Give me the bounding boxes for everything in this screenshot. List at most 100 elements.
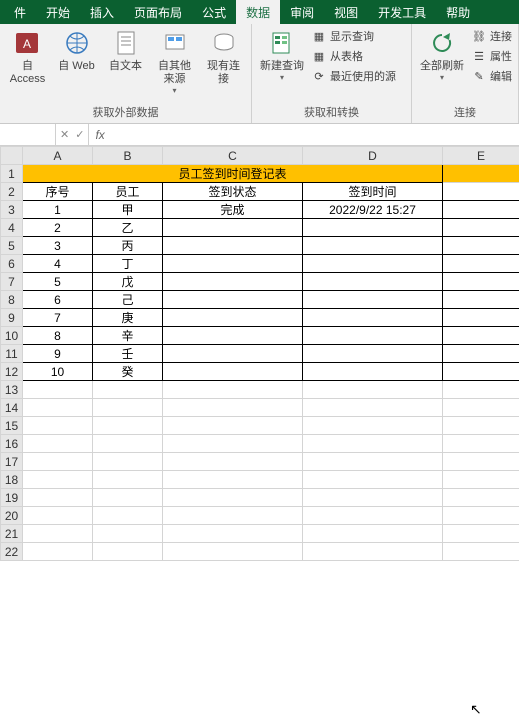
header-status[interactable]: 签到状态 bbox=[163, 183, 303, 201]
cancel-icon[interactable]: ✕ bbox=[60, 128, 69, 141]
cell-seq[interactable]: 8 bbox=[23, 327, 93, 345]
worksheet[interactable]: A B C D E 1 员工签到时间登记表 2 序号 员工 签到状态 签到时间 … bbox=[0, 146, 519, 561]
cell-status[interactable] bbox=[163, 273, 303, 291]
tab-view[interactable]: 视图 bbox=[324, 0, 368, 24]
cell-seq[interactable]: 1 bbox=[23, 201, 93, 219]
cell[interactable] bbox=[443, 525, 519, 543]
row-header[interactable]: 22 bbox=[1, 543, 23, 561]
col-header-E[interactable]: E bbox=[443, 147, 519, 165]
cell[interactable] bbox=[23, 435, 93, 453]
tab-home[interactable]: 开始 bbox=[36, 0, 80, 24]
tab-review[interactable]: 审阅 bbox=[280, 0, 324, 24]
row-header[interactable]: 2 bbox=[1, 183, 23, 201]
cell[interactable] bbox=[93, 471, 163, 489]
row-header[interactable]: 5 bbox=[1, 237, 23, 255]
cell-time[interactable] bbox=[303, 309, 443, 327]
cell[interactable] bbox=[443, 507, 519, 525]
row-header[interactable]: 6 bbox=[1, 255, 23, 273]
enter-icon[interactable]: ✓ bbox=[75, 128, 84, 141]
cell[interactable] bbox=[23, 507, 93, 525]
cell-emp[interactable]: 乙 bbox=[93, 219, 163, 237]
title-cell[interactable]: 员工签到时间登记表 bbox=[23, 165, 443, 183]
cell[interactable] bbox=[443, 381, 519, 399]
row-header[interactable]: 7 bbox=[1, 273, 23, 291]
cell[interactable] bbox=[163, 453, 303, 471]
tab-insert[interactable]: 插入 bbox=[80, 0, 124, 24]
cell[interactable] bbox=[23, 471, 93, 489]
cell[interactable] bbox=[443, 453, 519, 471]
cell-emp[interactable]: 癸 bbox=[93, 363, 163, 381]
from-table-button[interactable]: ▦从表格 bbox=[312, 48, 396, 64]
show-queries-button[interactable]: ▦显示查询 bbox=[312, 28, 396, 44]
cell-time[interactable] bbox=[303, 363, 443, 381]
cell-emp[interactable]: 己 bbox=[93, 291, 163, 309]
cell-emp[interactable]: 庚 bbox=[93, 309, 163, 327]
row-header[interactable]: 18 bbox=[1, 471, 23, 489]
row-header[interactable]: 15 bbox=[1, 417, 23, 435]
cell-seq[interactable]: 9 bbox=[23, 345, 93, 363]
cell[interactable] bbox=[443, 345, 519, 363]
cell[interactable] bbox=[93, 399, 163, 417]
tab-formulas[interactable]: 公式 bbox=[192, 0, 236, 24]
row-header[interactable]: 9 bbox=[1, 309, 23, 327]
tab-help[interactable]: 帮助 bbox=[436, 0, 480, 24]
cell-emp[interactable]: 甲 bbox=[93, 201, 163, 219]
name-box[interactable] bbox=[0, 124, 56, 145]
col-header-D[interactable]: D bbox=[303, 147, 443, 165]
cell[interactable] bbox=[93, 381, 163, 399]
cell[interactable] bbox=[303, 399, 443, 417]
cell[interactable] bbox=[443, 327, 519, 345]
cell-status[interactable] bbox=[163, 255, 303, 273]
cell[interactable] bbox=[443, 237, 519, 255]
from-web-button[interactable]: 自 Web bbox=[55, 28, 98, 73]
cell[interactable] bbox=[443, 165, 519, 183]
cell-status[interactable] bbox=[163, 237, 303, 255]
cell[interactable] bbox=[443, 273, 519, 291]
existing-connections-button[interactable]: 现有连接 bbox=[202, 28, 245, 86]
tab-data[interactable]: 数据 bbox=[236, 0, 280, 24]
cell-time[interactable] bbox=[303, 291, 443, 309]
cell-status[interactable] bbox=[163, 219, 303, 237]
row-header[interactable]: 3 bbox=[1, 201, 23, 219]
row-header[interactable]: 20 bbox=[1, 507, 23, 525]
cell[interactable] bbox=[443, 399, 519, 417]
cell[interactable] bbox=[93, 453, 163, 471]
cell[interactable] bbox=[303, 525, 443, 543]
cell[interactable] bbox=[23, 489, 93, 507]
cell[interactable] bbox=[93, 507, 163, 525]
row-header[interactable]: 17 bbox=[1, 453, 23, 471]
cell-time[interactable] bbox=[303, 219, 443, 237]
cell-emp[interactable]: 戊 bbox=[93, 273, 163, 291]
tab-dev[interactable]: 开发工具 bbox=[368, 0, 436, 24]
cell-time[interactable] bbox=[303, 273, 443, 291]
fx-icon[interactable]: fx bbox=[89, 128, 110, 142]
new-query-button[interactable]: 新建查询 ▾ bbox=[258, 28, 306, 82]
col-header-C[interactable]: C bbox=[163, 147, 303, 165]
cell[interactable] bbox=[303, 435, 443, 453]
cell[interactable] bbox=[443, 471, 519, 489]
cell[interactable] bbox=[303, 471, 443, 489]
cell-status[interactable] bbox=[163, 363, 303, 381]
cell[interactable] bbox=[443, 201, 519, 219]
cell-time[interactable]: 2022/9/22 15:27 bbox=[303, 201, 443, 219]
cell[interactable] bbox=[93, 435, 163, 453]
row-header[interactable]: 21 bbox=[1, 525, 23, 543]
cell[interactable] bbox=[443, 489, 519, 507]
recent-sources-button[interactable]: ⟳最近使用的源 bbox=[312, 68, 396, 84]
cell[interactable] bbox=[163, 435, 303, 453]
cell[interactable] bbox=[163, 489, 303, 507]
cell[interactable] bbox=[303, 543, 443, 561]
refresh-all-button[interactable]: 全部刷新 ▾ bbox=[418, 28, 466, 82]
cell[interactable] bbox=[163, 417, 303, 435]
cell[interactable] bbox=[23, 399, 93, 417]
cell-seq[interactable]: 5 bbox=[23, 273, 93, 291]
row-header[interactable]: 4 bbox=[1, 219, 23, 237]
cell[interactable] bbox=[23, 525, 93, 543]
cell-time[interactable] bbox=[303, 237, 443, 255]
cell[interactable] bbox=[443, 417, 519, 435]
header-time[interactable]: 签到时间 bbox=[303, 183, 443, 201]
cell-seq[interactable]: 6 bbox=[23, 291, 93, 309]
row-header[interactable]: 12 bbox=[1, 363, 23, 381]
cell-emp[interactable]: 丁 bbox=[93, 255, 163, 273]
cell[interactable] bbox=[93, 543, 163, 561]
